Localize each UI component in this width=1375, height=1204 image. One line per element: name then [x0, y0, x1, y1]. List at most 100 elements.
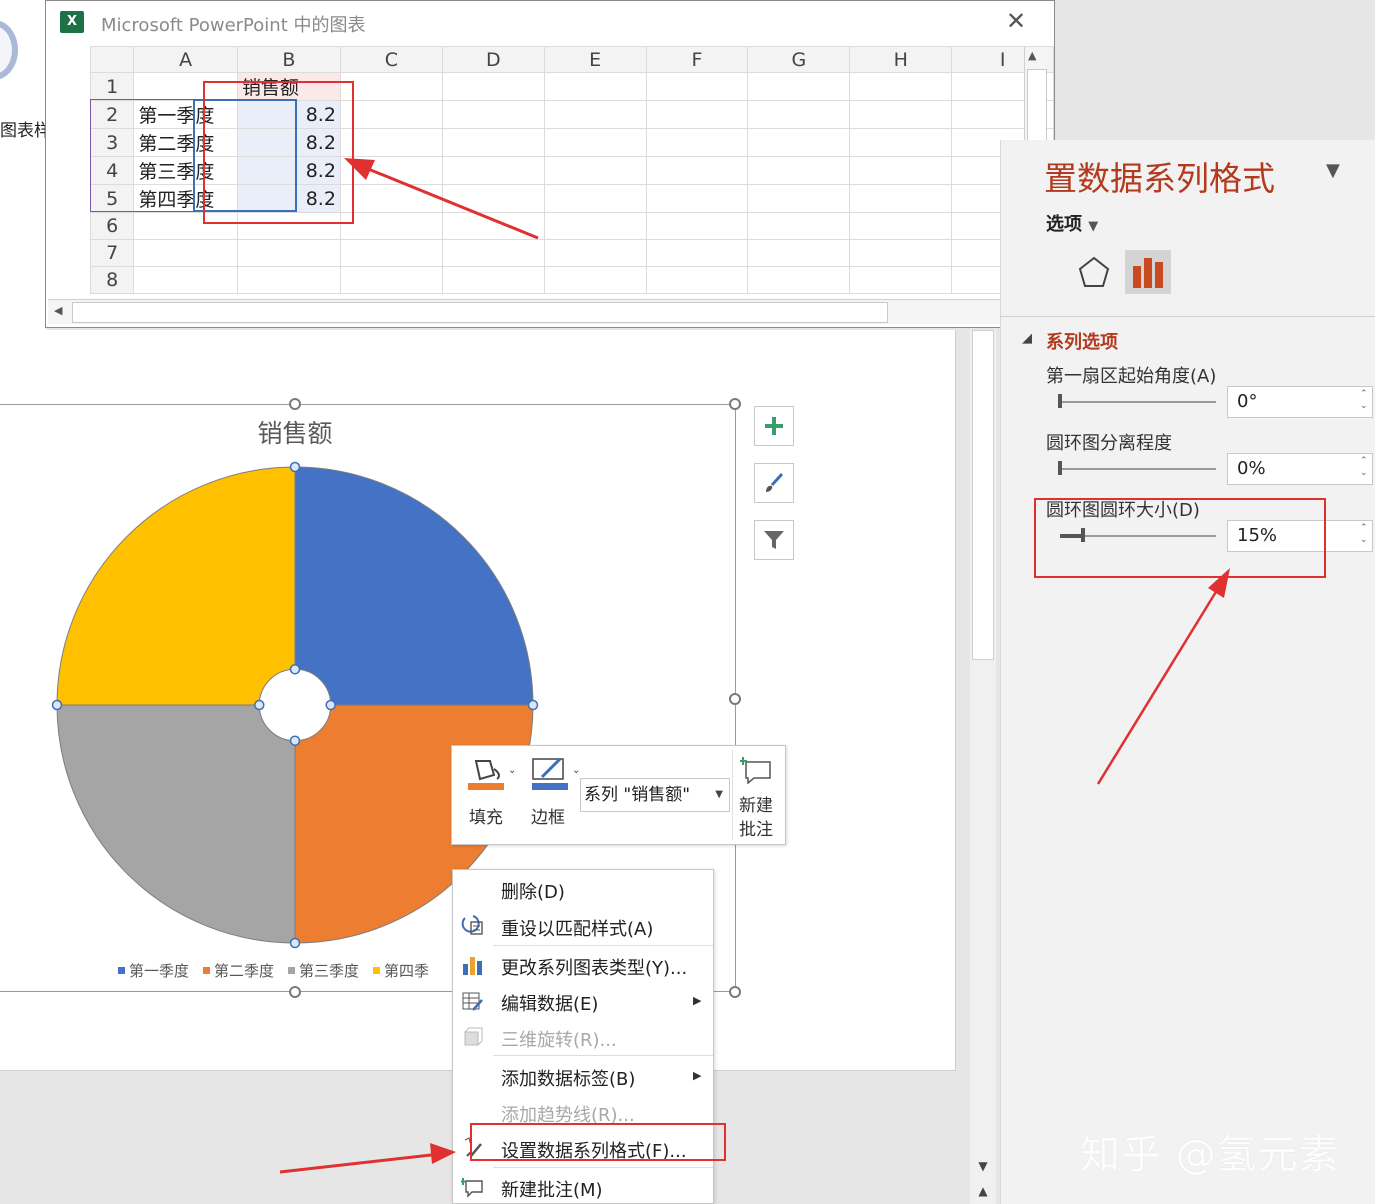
cell[interactable]	[339, 184, 443, 213]
menu-item-edit-data[interactable]: 编辑数据(E)	[501, 990, 598, 1016]
resize-handle-top[interactable]	[289, 398, 301, 410]
outline-button[interactable]: ⌄	[530, 755, 580, 795]
chart-elements-button[interactable]	[754, 406, 794, 446]
selection-handle[interactable]	[289, 461, 301, 473]
menu-item-change-series-chart-type[interactable]: 更改系列图表类型(Y)...	[501, 954, 687, 980]
column-header[interactable]: B	[236, 46, 341, 73]
cell[interactable]	[849, 72, 953, 101]
row-header[interactable]: 8	[89, 266, 135, 294]
scroll-left-arrow-icon[interactable]: ◀	[54, 304, 62, 317]
spin-arrows-icon[interactable]: ⌃ ⌄	[1360, 388, 1368, 412]
cell[interactable]	[747, 128, 851, 157]
cell[interactable]	[339, 266, 443, 294]
column-header[interactable]: G	[747, 46, 851, 73]
resize-handle-right[interactable]	[729, 693, 741, 705]
cell[interactable]	[236, 239, 341, 267]
menu-item-add-data-labels[interactable]: 添加数据标签(B)	[501, 1065, 635, 1091]
cell[interactable]	[543, 184, 647, 213]
menu-item-new-comment[interactable]: 新建批注(M)	[501, 1176, 603, 1202]
column-header[interactable]: H	[849, 46, 953, 73]
column-header[interactable]: D	[441, 46, 545, 73]
series-options-section-header[interactable]: 系列选项	[1046, 328, 1118, 354]
collapse-triangle-icon[interactable]: ◢	[1022, 331, 1032, 346]
selection-handle[interactable]	[51, 699, 63, 711]
row-header[interactable]: 6	[89, 212, 135, 240]
cell[interactable]	[645, 212, 749, 240]
first-slice-angle-slider-knob[interactable]	[1058, 394, 1062, 408]
cell[interactable]	[849, 128, 953, 157]
cell[interactable]	[441, 239, 545, 267]
cell[interactable]	[236, 266, 341, 294]
cell[interactable]	[645, 128, 749, 157]
cell[interactable]	[441, 266, 545, 294]
doughnut-explosion-slider[interactable]	[1060, 468, 1216, 470]
close-icon[interactable]: ✕	[1006, 7, 1026, 35]
cell[interactable]	[339, 100, 443, 129]
cell[interactable]	[747, 72, 851, 101]
column-header[interactable]: A	[133, 46, 238, 73]
selection-handle[interactable]	[325, 699, 336, 711]
cell[interactable]	[849, 266, 953, 294]
cell[interactable]	[339, 128, 443, 157]
chart-element-selector[interactable]: 系列 "销售额" ▼	[580, 778, 730, 812]
cell[interactable]	[441, 184, 545, 213]
doughnut-slice-3[interactable]	[56, 704, 296, 944]
menu-item-delete[interactable]: 删除(D)	[501, 878, 565, 904]
cell[interactable]	[339, 212, 443, 240]
cell[interactable]	[849, 212, 953, 240]
cell[interactable]	[441, 212, 545, 240]
doughnut-explosion-input[interactable]: 0%	[1227, 453, 1373, 485]
chart-title[interactable]: 销售额	[200, 414, 390, 450]
chart-styles-button[interactable]	[754, 463, 794, 503]
cell[interactable]	[543, 100, 647, 129]
cell[interactable]	[441, 128, 545, 157]
cell[interactable]	[747, 156, 851, 185]
selection-handle[interactable]	[289, 664, 301, 675]
cell[interactable]	[543, 239, 647, 267]
column-header[interactable]: E	[543, 46, 647, 73]
cell[interactable]	[543, 128, 647, 157]
cell[interactable]	[849, 239, 953, 267]
column-header[interactable]: C	[339, 46, 443, 73]
series-options-tab[interactable]	[1125, 250, 1171, 294]
cell[interactable]	[747, 266, 851, 294]
resize-handle-top-right[interactable]	[729, 398, 741, 410]
cell[interactable]	[645, 266, 749, 294]
row-header[interactable]: 1	[89, 72, 135, 101]
resize-handle-bottom[interactable]	[289, 986, 301, 998]
cell[interactable]	[645, 72, 749, 101]
spin-arrows-icon[interactable]: ⌃ ⌄	[1360, 522, 1368, 546]
new-comment-toolbar-button[interactable]	[739, 754, 772, 788]
scroll-down-arrow-icon[interactable]: ▼	[972, 1155, 994, 1177]
scroll-page-up-icon[interactable]: ▲	[972, 1180, 994, 1202]
sheet-hscroll-thumb[interactable]	[72, 302, 888, 323]
first-slice-angle-slider[interactable]	[1060, 401, 1216, 403]
cell[interactable]	[441, 156, 545, 185]
scroll-up-arrow-icon[interactable]: ▲	[1028, 49, 1036, 62]
series-options-dropdown[interactable]: 选项 ▼	[1046, 210, 1098, 236]
cell[interactable]	[133, 239, 238, 267]
cell[interactable]	[849, 156, 953, 185]
first-slice-angle-input[interactable]: 0°	[1227, 386, 1373, 418]
cell[interactable]	[849, 100, 953, 129]
cell[interactable]	[441, 100, 545, 129]
cell[interactable]	[543, 72, 647, 101]
chart-filters-button[interactable]	[754, 520, 794, 560]
cell[interactable]	[133, 266, 238, 294]
cell[interactable]	[543, 156, 647, 185]
corner-cell[interactable]	[89, 46, 135, 73]
cell[interactable]	[645, 156, 749, 185]
doughnut-slice-4[interactable]	[56, 466, 296, 706]
selection-handle[interactable]	[254, 699, 265, 711]
cell[interactable]	[747, 100, 851, 129]
cell[interactable]	[339, 156, 443, 185]
selection-handle[interactable]	[527, 699, 539, 711]
cell[interactable]	[441, 72, 545, 101]
resize-handle-bottom-right[interactable]	[729, 986, 741, 998]
cell[interactable]	[339, 239, 443, 267]
cell[interactable]	[849, 184, 953, 213]
selection-handle[interactable]	[289, 937, 301, 949]
sheet-scroll-thumb[interactable]	[1027, 69, 1047, 141]
sheet-horizontal-scrollbar[interactable]: ◀ ▶	[48, 299, 1024, 324]
cell[interactable]	[645, 184, 749, 213]
